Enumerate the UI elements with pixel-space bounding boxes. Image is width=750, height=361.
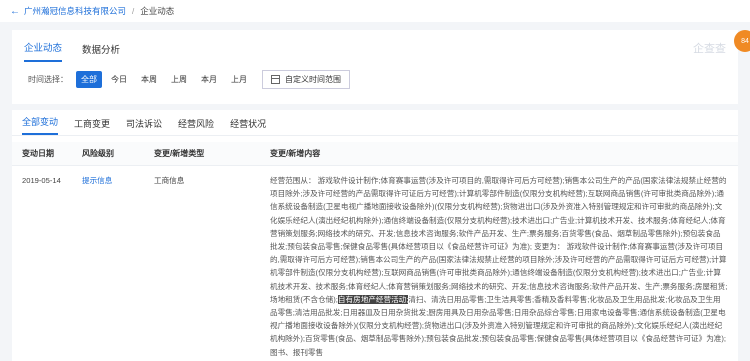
changes-panel: 全部变动 工商变更 司法诉讼 经营风险 经营状况 变动日期 风险级别 变更/新增… — [12, 110, 738, 361]
content-before-highlight: 经营范围从： 游戏软件设计制作;体育赛事运营(涉及许可项目的,需取得许可后方可经… — [270, 176, 728, 304]
time-option-today[interactable]: 今日 — [106, 71, 132, 88]
breadcrumb-company-link[interactable]: 广州瀚冠信息科技有限公司 — [24, 5, 126, 17]
tab-operating-status[interactable]: 经营状况 — [230, 117, 266, 135]
header-date: 变动日期 — [22, 149, 54, 158]
back-arrow-icon[interactable]: ← — [10, 6, 20, 17]
header-risk-level: 风险级别 — [82, 149, 114, 158]
qichacha-watermark: 企查查 — [693, 43, 726, 55]
table-header: 变动日期 风险级别 变更/新增类型 变更/新增内容 — [12, 142, 738, 166]
tab-data-analysis[interactable]: 数据分析 — [82, 42, 120, 62]
row-risk-level[interactable]: 提示信息 — [82, 174, 154, 359]
row-change-type: 工商信息 — [154, 176, 185, 185]
table-row: 2019-05-14 提示信息 工商信息 经营范围从： 游戏软件设计制作;体育赛… — [12, 166, 738, 359]
row-change-content: 经营范围从： 游戏软件设计制作;体育赛事运营(涉及许可项目的,需取得许可后方可经… — [270, 174, 738, 359]
time-filter-label: 时间选择： — [28, 75, 68, 84]
sub-tabs: 全部变动 工商变更 司法诉讼 经营风险 经营状况 — [12, 110, 738, 136]
content-after-highlight: 清扫、清洗日用品零售;卫生洁具零售;香精及香料零售;化妆品及卫生用品批发;化妆品… — [270, 294, 727, 357]
time-option-last-week[interactable]: 上周 — [166, 71, 192, 88]
breadcrumb-current: 企业动态 — [140, 6, 175, 16]
notification-badge[interactable]: 84 — [734, 30, 750, 52]
breadcrumb: ← 广州瀚冠信息科技有限公司 / 企业动态 — [0, 0, 750, 22]
filter-panel: 企业动态 数据分析 企查查 时间选择： 全部 今日 本周 上周 本月 上月 自定… — [12, 30, 738, 104]
content-highlight: 自有房地产经营活动; — [337, 294, 409, 304]
calendar-icon — [271, 75, 280, 84]
time-option-this-week[interactable]: 本周 — [136, 71, 162, 88]
custom-range-label: 自定义时间范围 — [285, 75, 341, 84]
breadcrumb-separator: / — [132, 6, 135, 16]
tab-all-changes[interactable]: 全部变动 — [22, 115, 59, 135]
tab-operating-risk[interactable]: 经营风险 — [178, 117, 214, 135]
top-tabs: 企业动态 数据分析 — [12, 30, 140, 62]
header-change-content: 变更/新增内容 — [270, 149, 321, 158]
time-filter: 时间选择： 全部 今日 本周 上周 本月 上月 自定义时间范围 — [28, 70, 350, 89]
tab-litigation[interactable]: 司法诉讼 — [126, 117, 162, 135]
custom-range-button[interactable]: 自定义时间范围 — [262, 70, 350, 89]
tab-business-changes[interactable]: 工商变更 — [74, 117, 110, 135]
time-option-all[interactable]: 全部 — [76, 71, 102, 88]
header-change-type: 变更/新增类型 — [154, 149, 205, 158]
time-option-this-month[interactable]: 本月 — [196, 71, 222, 88]
time-option-last-month[interactable]: 上月 — [226, 71, 252, 88]
tab-enterprise-dynamics[interactable]: 企业动态 — [24, 40, 63, 62]
row-date: 2019-05-14 — [22, 176, 61, 185]
